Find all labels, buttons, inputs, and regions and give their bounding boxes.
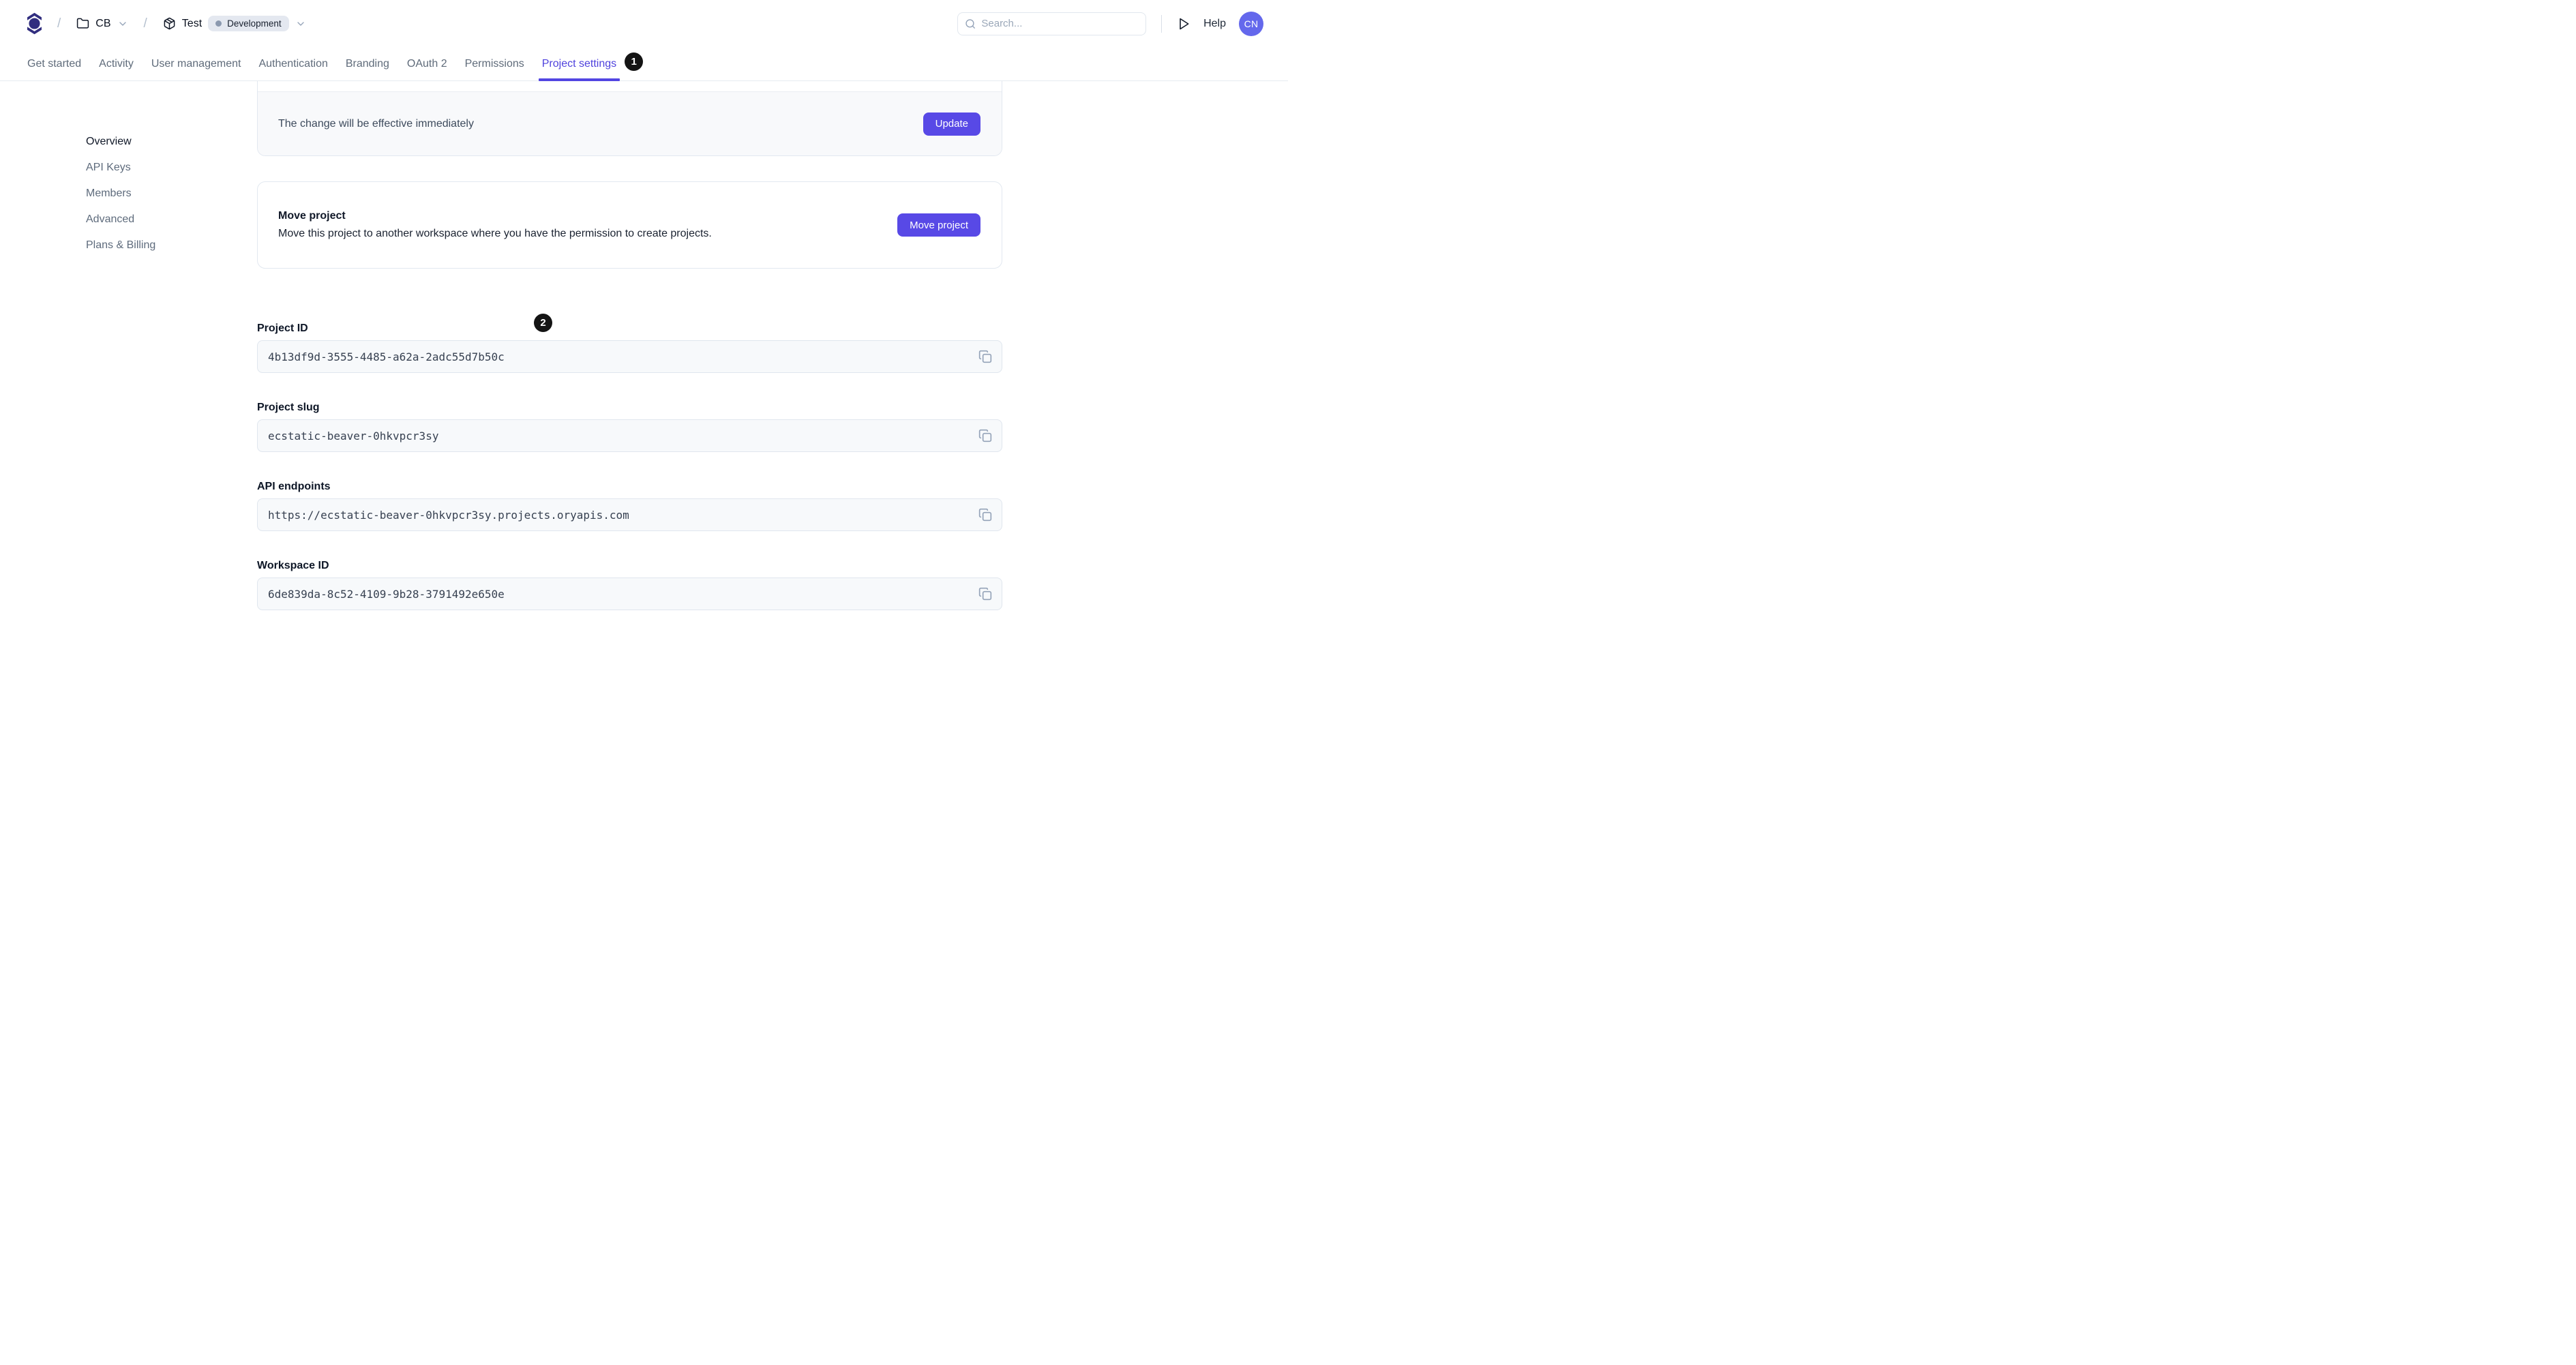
rename-project-card: The change will be effective immediately… bbox=[257, 81, 1002, 156]
project-name: Test bbox=[181, 17, 203, 29]
field-project-id: Project ID 4b13df9d-3555-4485-a62a-2adc5… bbox=[257, 322, 1002, 373]
copy-button[interactable] bbox=[976, 426, 995, 445]
readonly-value-box: 4b13df9d-3555-4485-a62a-2adc55d7b50c bbox=[257, 340, 1002, 373]
copy-icon bbox=[978, 429, 992, 442]
help-link[interactable]: Help bbox=[1203, 18, 1226, 30]
copy-button[interactable] bbox=[976, 347, 995, 366]
tab-activity[interactable]: Activity bbox=[99, 47, 134, 80]
project-identifiers: 2 Project ID 4b13df9d-3555-4485-a62a-2ad… bbox=[257, 314, 1002, 638]
readonly-value-box: 6de839da-8c52-4109-9b28-3791492e650e bbox=[257, 578, 1002, 610]
move-project-description: Move this project to another workspace w… bbox=[278, 228, 712, 239]
field-api-endpoints: API endpoints https://ecstatic-beaver-0h… bbox=[257, 480, 1002, 531]
field-workspace-id: Workspace ID 6de839da-8c52-4109-9b28-379… bbox=[257, 559, 1002, 610]
api-endpoints-value: https://ecstatic-beaver-0hkvpcr3sy.proje… bbox=[268, 508, 629, 522]
ory-logo[interactable] bbox=[27, 11, 42, 36]
copy-icon bbox=[978, 508, 992, 522]
copy-icon bbox=[978, 350, 992, 363]
move-project-text: Move project Move this project to anothe… bbox=[278, 210, 712, 240]
chevron-down-icon bbox=[119, 21, 126, 26]
folder-icon bbox=[77, 18, 89, 29]
readonly-value-box: ecstatic-beaver-0hkvpcr3sy bbox=[257, 419, 1002, 452]
readonly-value-box: https://ecstatic-beaver-0hkvpcr3sy.proje… bbox=[257, 498, 1002, 531]
rename-card-footer: The change will be effective immediately… bbox=[258, 91, 1002, 155]
workspace-switcher[interactable]: CB bbox=[76, 17, 128, 30]
package-icon bbox=[164, 17, 175, 30]
ory-logo-icon bbox=[27, 12, 42, 35]
project-slug-value: ecstatic-beaver-0hkvpcr3sy bbox=[268, 429, 439, 442]
sidebar-item-plans-billing[interactable]: Plans & Billing bbox=[86, 239, 236, 252]
avatar[interactable]: CN bbox=[1239, 11, 1263, 36]
copy-button[interactable] bbox=[976, 584, 995, 603]
main-content: The change will be effective immediately… bbox=[257, 0, 1002, 682]
sidebar-item-members[interactable]: Members bbox=[86, 187, 236, 200]
field-label: Project slug bbox=[257, 402, 320, 413]
sidebar-item-overview[interactable]: Overview bbox=[86, 135, 236, 148]
breadcrumb-separator: / bbox=[57, 16, 61, 31]
breadcrumb-separator: / bbox=[143, 16, 147, 31]
copy-button[interactable] bbox=[976, 505, 995, 524]
move-project-title: Move project bbox=[278, 210, 346, 222]
settings-sidebar: Overview API Keys Members Advanced Plans… bbox=[86, 135, 236, 265]
field-label: API endpoints bbox=[257, 481, 331, 492]
top-bar-actions: Help CN bbox=[957, 11, 1263, 36]
field-label: Workspace ID bbox=[257, 560, 329, 571]
project-id-value: 4b13df9d-3555-4485-a62a-2adc55d7b50c bbox=[268, 350, 505, 363]
update-button[interactable]: Update bbox=[923, 112, 980, 136]
sidebar-item-api-keys[interactable]: API Keys bbox=[86, 161, 236, 174]
copy-icon bbox=[978, 587, 992, 601]
tab-user-management[interactable]: User management bbox=[151, 47, 241, 80]
play-icon[interactable] bbox=[1177, 17, 1190, 31]
tab-get-started[interactable]: Get started bbox=[27, 47, 81, 80]
field-project-slug: Project slug ecstatic-beaver-0hkvpcr3sy bbox=[257, 401, 1002, 452]
workspace-name: CB bbox=[95, 17, 111, 29]
sidebar-item-advanced[interactable]: Advanced bbox=[86, 213, 236, 226]
search-input[interactable] bbox=[981, 18, 1139, 29]
workspace-id-value: 6de839da-8c52-4109-9b28-3791492e650e bbox=[268, 587, 505, 601]
move-project-button[interactable]: Move project bbox=[897, 213, 980, 237]
move-project-card: Move project Move this project to anothe… bbox=[257, 181, 1002, 269]
field-label: Project ID bbox=[257, 322, 308, 334]
update-effective-message: The change will be effective immediately bbox=[278, 117, 474, 130]
header-divider bbox=[1161, 14, 1163, 33]
environment-dot-icon bbox=[215, 20, 222, 27]
